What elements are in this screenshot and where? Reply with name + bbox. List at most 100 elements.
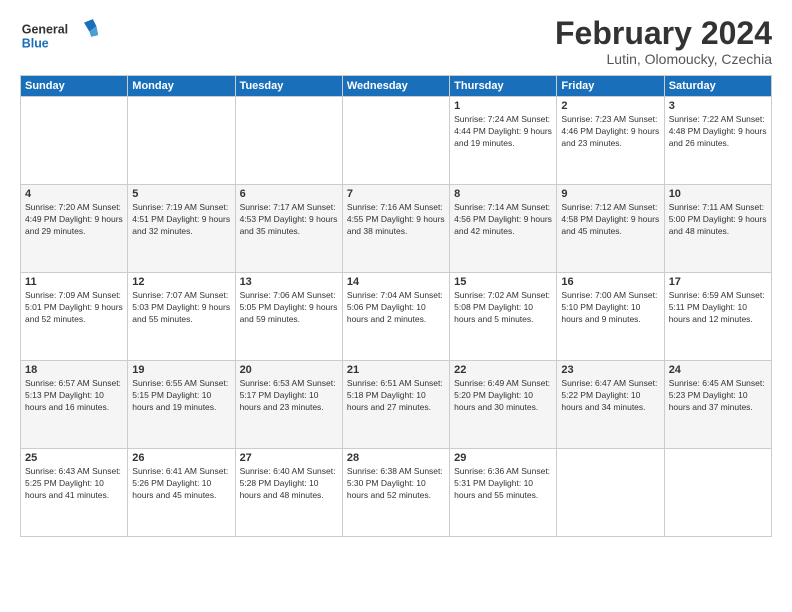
day-number: 2	[561, 100, 659, 112]
day-info: Sunrise: 6:40 AM Sunset: 5:28 PM Dayligh…	[240, 466, 338, 502]
day-number: 19	[132, 364, 230, 376]
location-subtitle: Lutin, Olomoucky, Czechia	[555, 51, 772, 67]
day-number: 17	[669, 276, 767, 288]
calendar-cell: 4 Sunrise: 7:20 AM Sunset: 4:49 PM Daylig…	[21, 185, 128, 273]
day-number: 23	[561, 364, 659, 376]
day-number: 4	[25, 188, 123, 200]
day-number: 16	[561, 276, 659, 288]
header-sunday: Sunday	[21, 76, 128, 97]
day-number: 11	[25, 276, 123, 288]
week-row-1: 1Sunrise: 7:24 AM Sunset: 4:44 PM Daylig…	[21, 97, 772, 185]
day-number: 8	[454, 188, 552, 200]
day-info: Sunrise: 6:47 AM Sunset: 5:22 PM Dayligh…	[561, 378, 659, 414]
day-number: 22	[454, 364, 552, 376]
day-info: Sunrise: 7:09 AM Sunset: 5:01 PM Dayligh…	[25, 290, 123, 326]
day-number: 5	[132, 188, 230, 200]
calendar-cell: 6Sunrise: 7:17 AM Sunset: 4:53 PM Daylig…	[235, 185, 342, 273]
day-number: 12	[132, 276, 230, 288]
calendar-cell: 7 Sunrise: 7:16 AM Sunset: 4:55 PM Daylig…	[342, 185, 449, 273]
calendar-cell: 29 Sunrise: 6:36 AM Sunset: 5:31 PM Dayli…	[450, 449, 557, 537]
calendar-cell	[128, 97, 235, 185]
logo: General Blue	[20, 16, 100, 56]
day-info: Sunrise: 7:23 AM Sunset: 4:46 PM Dayligh…	[561, 114, 659, 150]
day-number: 29	[454, 452, 552, 464]
day-info: Sunrise: 7:06 AM Sunset: 5:05 PM Dayligh…	[240, 290, 338, 326]
calendar-cell: 26 Sunrise: 6:41 AM Sunset: 5:26 PM Dayli…	[128, 449, 235, 537]
calendar-cell	[557, 449, 664, 537]
day-info: Sunrise: 7:02 AM Sunset: 5:08 PM Dayligh…	[454, 290, 552, 326]
day-info: Sunrise: 6:53 AM Sunset: 5:17 PM Dayligh…	[240, 378, 338, 414]
calendar-cell: 16Sunrise: 7:00 AM Sunset: 5:10 PM Dayli…	[557, 273, 664, 361]
calendar-cell: 23 Sunrise: 6:47 AM Sunset: 5:22 PM Dayli…	[557, 361, 664, 449]
day-number: 26	[132, 452, 230, 464]
week-row-4: 18 Sunrise: 6:57 AM Sunset: 5:13 PM Dayli…	[21, 361, 772, 449]
calendar-cell: 1Sunrise: 7:24 AM Sunset: 4:44 PM Daylig…	[450, 97, 557, 185]
day-info: Sunrise: 7:17 AM Sunset: 4:53 PM Dayligh…	[240, 202, 338, 238]
day-info: Sunrise: 7:20 AM Sunset: 4:49 PM Dayligh…	[25, 202, 123, 238]
calendar-cell: 24 Sunrise: 6:45 AM Sunset: 5:23 PM Dayli…	[664, 361, 771, 449]
day-info: Sunrise: 6:36 AM Sunset: 5:31 PM Dayligh…	[454, 466, 552, 502]
week-row-2: 4 Sunrise: 7:20 AM Sunset: 4:49 PM Daylig…	[21, 185, 772, 273]
day-info: Sunrise: 6:41 AM Sunset: 5:26 PM Dayligh…	[132, 466, 230, 502]
calendar-cell: 28 Sunrise: 6:38 AM Sunset: 5:30 PM Dayli…	[342, 449, 449, 537]
week-row-5: 25 Sunrise: 6:43 AM Sunset: 5:25 PM Dayli…	[21, 449, 772, 537]
day-number: 10	[669, 188, 767, 200]
page: General Blue February 2024 Lutin, Olomou…	[0, 0, 792, 612]
calendar-cell: 22 Sunrise: 6:49 AM Sunset: 5:20 PM Dayli…	[450, 361, 557, 449]
calendar-cell: 27 Sunrise: 6:40 AM Sunset: 5:28 PM Dayli…	[235, 449, 342, 537]
day-info: Sunrise: 7:22 AM Sunset: 4:48 PM Dayligh…	[669, 114, 767, 150]
calendar-cell: 10 Sunrise: 7:11 AM Sunset: 5:00 PM Dayli…	[664, 185, 771, 273]
header-friday: Friday	[557, 76, 664, 97]
header-thursday: Thursday	[450, 76, 557, 97]
calendar-cell	[664, 449, 771, 537]
day-number: 18	[25, 364, 123, 376]
day-info: Sunrise: 6:57 AM Sunset: 5:13 PM Dayligh…	[25, 378, 123, 414]
day-info: Sunrise: 7:16 AM Sunset: 4:55 PM Dayligh…	[347, 202, 445, 238]
calendar-cell: 3Sunrise: 7:22 AM Sunset: 4:48 PM Daylig…	[664, 97, 771, 185]
calendar-cell: 14Sunrise: 7:04 AM Sunset: 5:06 PM Dayli…	[342, 273, 449, 361]
calendar-cell	[21, 97, 128, 185]
day-info: Sunrise: 6:49 AM Sunset: 5:20 PM Dayligh…	[454, 378, 552, 414]
day-info: Sunrise: 7:07 AM Sunset: 5:03 PM Dayligh…	[132, 290, 230, 326]
day-number: 24	[669, 364, 767, 376]
day-number: 1	[454, 100, 552, 112]
calendar-cell: 19 Sunrise: 6:55 AM Sunset: 5:15 PM Dayli…	[128, 361, 235, 449]
calendar-cell: 20 Sunrise: 6:53 AM Sunset: 5:17 PM Dayli…	[235, 361, 342, 449]
day-number: 15	[454, 276, 552, 288]
day-info: Sunrise: 6:38 AM Sunset: 5:30 PM Dayligh…	[347, 466, 445, 502]
day-info: Sunrise: 6:43 AM Sunset: 5:25 PM Dayligh…	[25, 466, 123, 502]
day-info: Sunrise: 6:45 AM Sunset: 5:23 PM Dayligh…	[669, 378, 767, 414]
day-number: 27	[240, 452, 338, 464]
day-number: 28	[347, 452, 445, 464]
day-number: 25	[25, 452, 123, 464]
calendar-cell: 9Sunrise: 7:12 AM Sunset: 4:58 PM Daylig…	[557, 185, 664, 273]
calendar-table: Sunday Monday Tuesday Wednesday Thursday…	[20, 75, 772, 537]
header-monday: Monday	[128, 76, 235, 97]
day-info: Sunrise: 6:55 AM Sunset: 5:15 PM Dayligh…	[132, 378, 230, 414]
calendar-cell: 21 Sunrise: 6:51 AM Sunset: 5:18 PM Dayli…	[342, 361, 449, 449]
calendar-cell: 13 Sunrise: 7:06 AM Sunset: 5:05 PM Dayli…	[235, 273, 342, 361]
day-info: Sunrise: 7:12 AM Sunset: 4:58 PM Dayligh…	[561, 202, 659, 238]
logo-svg: General Blue	[20, 16, 100, 56]
day-number: 14	[347, 276, 445, 288]
day-number: 7	[347, 188, 445, 200]
header-wednesday: Wednesday	[342, 76, 449, 97]
day-info: Sunrise: 6:51 AM Sunset: 5:18 PM Dayligh…	[347, 378, 445, 414]
day-info: Sunrise: 7:19 AM Sunset: 4:51 PM Dayligh…	[132, 202, 230, 238]
header: General Blue February 2024 Lutin, Olomou…	[20, 16, 772, 67]
calendar-cell	[342, 97, 449, 185]
weekday-header-row: Sunday Monday Tuesday Wednesday Thursday…	[21, 76, 772, 97]
header-tuesday: Tuesday	[235, 76, 342, 97]
calendar-cell	[235, 97, 342, 185]
calendar-cell: 18 Sunrise: 6:57 AM Sunset: 5:13 PM Dayli…	[21, 361, 128, 449]
calendar-cell: 17Sunrise: 6:59 AM Sunset: 5:11 PM Dayli…	[664, 273, 771, 361]
calendar-cell: 15 Sunrise: 7:02 AM Sunset: 5:08 PM Dayli…	[450, 273, 557, 361]
svg-text:General: General	[22, 22, 68, 36]
day-number: 21	[347, 364, 445, 376]
day-number: 20	[240, 364, 338, 376]
calendar-cell: 11 Sunrise: 7:09 AM Sunset: 5:01 PM Dayli…	[21, 273, 128, 361]
day-info: Sunrise: 7:11 AM Sunset: 5:00 PM Dayligh…	[669, 202, 767, 238]
day-number: 13	[240, 276, 338, 288]
calendar-cell: 25 Sunrise: 6:43 AM Sunset: 5:25 PM Dayli…	[21, 449, 128, 537]
week-row-3: 11 Sunrise: 7:09 AM Sunset: 5:01 PM Dayli…	[21, 273, 772, 361]
